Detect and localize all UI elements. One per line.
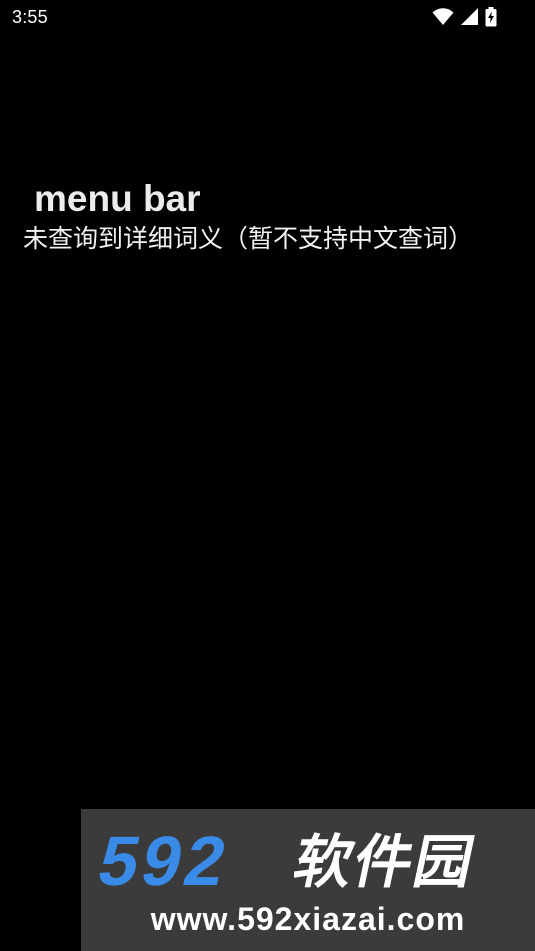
battery-charging-icon [485, 7, 497, 27]
status-bar: 3:55 [0, 0, 535, 36]
no-result-message: 未查询到详细词义（暂不支持中文查词） [23, 224, 474, 253]
watermark-logo-text: 软件园 [288, 829, 482, 896]
app-screen: 3:55 menu bar 未查询到详细词义（暂不支持中文查词） 592 软件园… [0, 0, 535, 951]
watermark-url: www.592xiazai.com [150, 901, 466, 937]
status-time: 3:55 [12, 7, 48, 27]
cellular-signal-icon [460, 8, 479, 26]
watermark-logo: 592 软件园 [92, 822, 482, 899]
watermark: 592 软件园 www.592xiazai.com [81, 809, 535, 951]
wifi-icon [432, 8, 454, 26]
word-title: menu bar [34, 178, 201, 219]
watermark-logo-number: 592 [92, 822, 237, 899]
status-icons [432, 6, 497, 28]
